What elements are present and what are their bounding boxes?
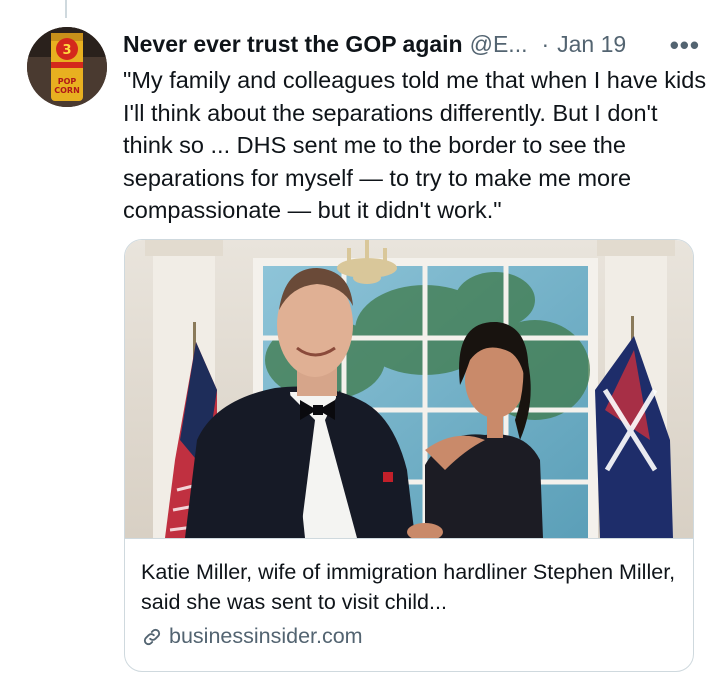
tweet-header: Never ever trust the GOP again @E... · J… — [123, 29, 700, 61]
author-name[interactable]: Never ever trust the GOP again — [123, 31, 463, 58]
svg-text:CORN: CORN — [54, 86, 80, 95]
tweet-date[interactable]: Jan 19 — [557, 31, 626, 58]
avatar[interactable]: 3 POP CORN — [27, 27, 107, 107]
card-title[interactable]: Katie Miller, wife of immigration hardli… — [141, 558, 681, 617]
popcorn-can-avatar-image: 3 POP CORN — [27, 27, 107, 107]
svg-text:3: 3 — [62, 43, 71, 58]
link-icon — [143, 628, 161, 645]
tweet-text: "My family and colleagues told me that w… — [123, 67, 707, 223]
separator-dot: · — [541, 30, 550, 57]
card-image[interactable] — [125, 240, 693, 539]
card-domain[interactable]: businessinsider.com — [141, 624, 363, 649]
author-handle[interactable]: @E... — [470, 31, 528, 58]
svg-text:POP: POP — [58, 77, 77, 86]
more-options-icon[interactable]: ••• — [670, 30, 700, 61]
card-domain-text: businessinsider.com — [169, 624, 363, 648]
link-preview-card[interactable]: Katie Miller, wife of immigration hardli… — [124, 239, 694, 672]
photo-couple-at-event — [125, 240, 693, 538]
thread-connector-line — [65, 0, 67, 18]
